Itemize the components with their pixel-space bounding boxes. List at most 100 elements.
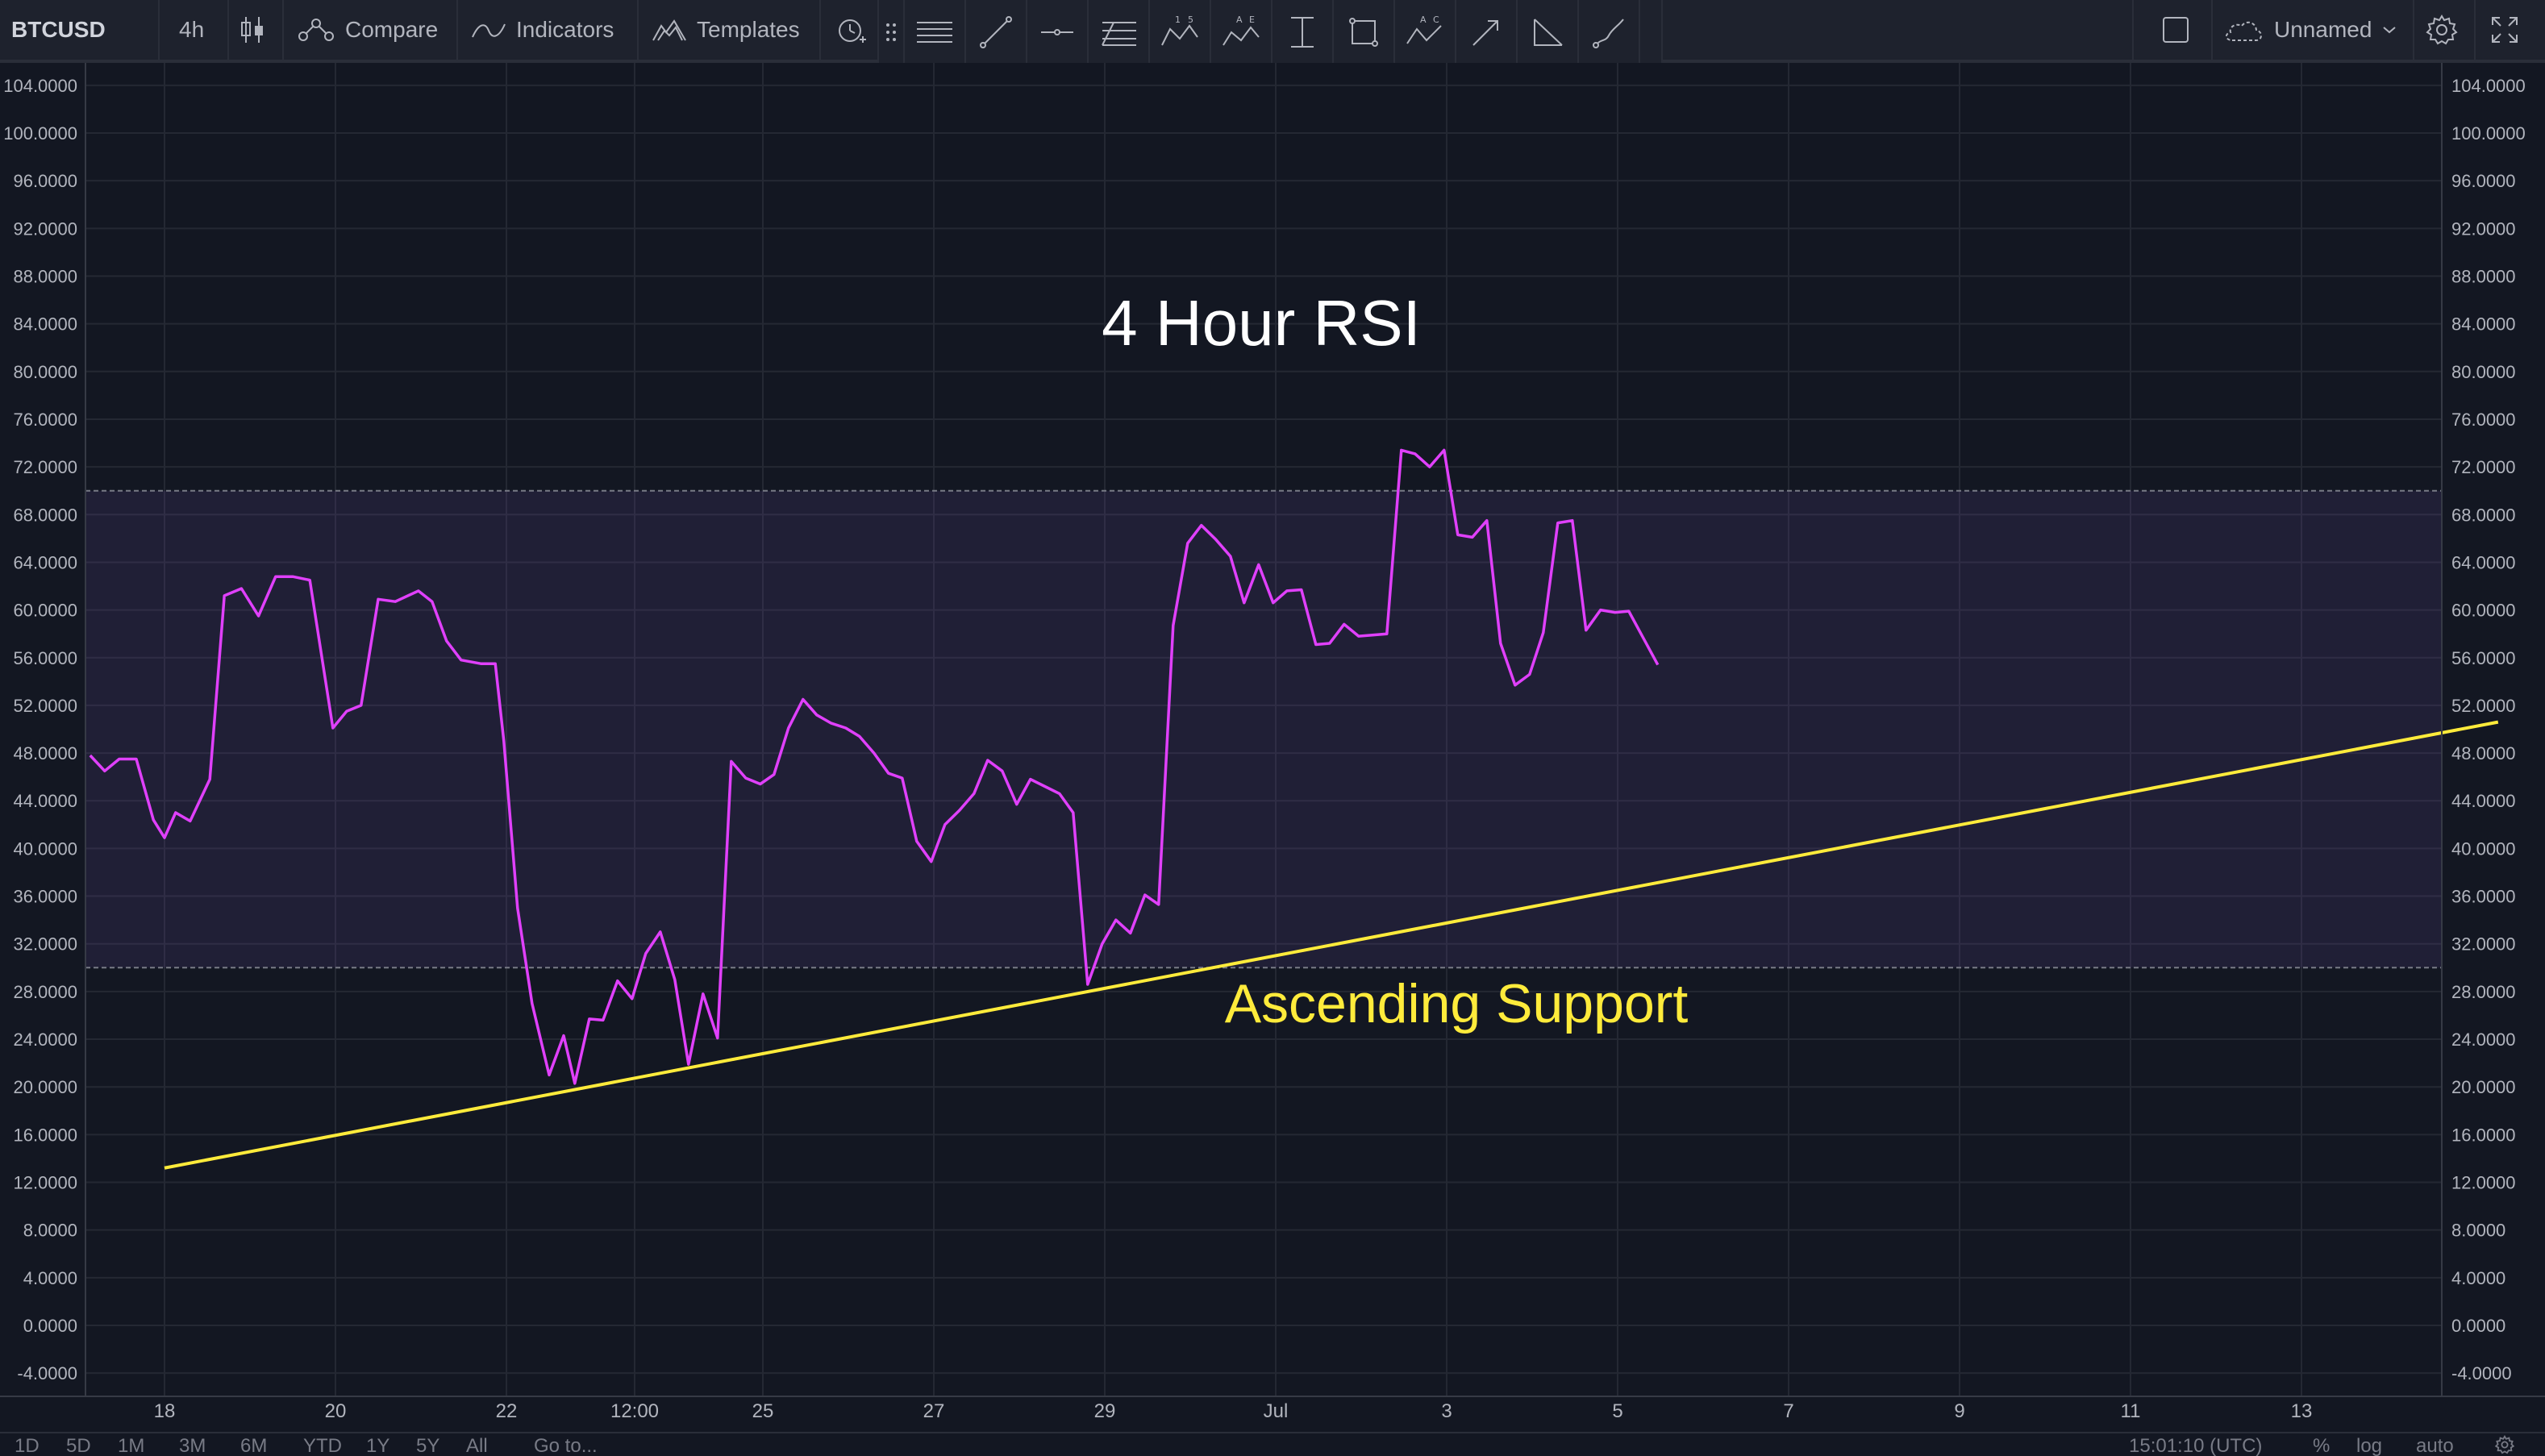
tool-horizontal-line[interactable]	[1027, 0, 1089, 64]
y-tick-label-right: 12.0000	[2451, 1173, 2516, 1193]
y-tick-label-left: 56.0000	[13, 648, 77, 668]
svg-text:A: A	[1236, 15, 1243, 25]
indicators-label: Indicators	[516, 17, 614, 42]
rsi-chart[interactable]: 104.0000 104.0000 100.0000 100.0000 96.0000 9…	[0, 63, 2545, 1432]
tool-fib-retracement[interactable]	[1089, 0, 1150, 64]
y-tick-label-right: 0.0000	[2451, 1316, 2505, 1336]
svg-text:C: C	[1433, 15, 1439, 25]
templates-button[interactable]: Templates	[652, 0, 800, 60]
x-tick-label: 7	[1783, 1400, 1793, 1422]
y-tick-label-right: 104.0000	[2451, 76, 2526, 96]
chevron-down-icon	[2383, 27, 2397, 34]
indicators-icon	[472, 23, 506, 38]
x-tick-label: Jul	[1264, 1400, 1289, 1422]
rectangle-icon	[1349, 18, 1378, 47]
y-tick-label-right: -4.0000	[2451, 1363, 2512, 1383]
y-tick-label-right: 28.0000	[2451, 982, 2516, 1002]
time-label[interactable]: 15:01:10 (UTC)	[2129, 1435, 2262, 1456]
toolbar-divider	[227, 0, 229, 60]
trend-line-icon	[980, 16, 1012, 48]
interval-button[interactable]: 4h	[179, 0, 204, 60]
x-tick-label: 25	[752, 1400, 774, 1422]
range-button-3m[interactable]: 3M	[179, 1435, 206, 1456]
y-tick-label-left: 48.0000	[13, 743, 77, 763]
y-tick-label-left: 20.0000	[13, 1077, 77, 1097]
candlestick-icon	[241, 17, 263, 43]
y-tick-label-left: 24.0000	[13, 1030, 77, 1050]
toolbar-divider	[637, 0, 639, 60]
y-tick-label-right: 92.0000	[2451, 218, 2516, 239]
x-tick-label: 11	[2121, 1400, 2141, 1422]
y-tick-label-right: 60.0000	[2451, 601, 2516, 621]
range-button-5d[interactable]: 5D	[66, 1435, 91, 1456]
toolbar-divider	[2474, 0, 2476, 60]
x-tick-label: 5	[1612, 1400, 1622, 1422]
drawing-toolbar: 15 AE AC	[877, 0, 1663, 64]
tool-date-range[interactable]	[1272, 0, 1334, 64]
fullscreen-toggle-button[interactable]	[2161, 0, 2190, 60]
y-tick-label-left: 16.0000	[13, 1125, 77, 1145]
toolbar-divider	[282, 0, 284, 60]
percent-toggle[interactable]: %	[2313, 1435, 2330, 1456]
y-tick-label-left: 104.0000	[3, 76, 77, 96]
elliott-wave-icon: AE	[1223, 15, 1260, 46]
expand-icon	[2492, 17, 2518, 43]
gear-icon	[2495, 1435, 2514, 1454]
y-tick-label-right: 56.0000	[2451, 648, 2516, 668]
compare-button[interactable]: Compare	[297, 0, 438, 60]
indicators-button[interactable]: Indicators	[471, 0, 614, 60]
y-tick-label-left: 32.0000	[13, 934, 77, 955]
tool-brush[interactable]	[1579, 0, 1640, 64]
y-tick-label-right: 8.0000	[2451, 1221, 2505, 1241]
symbol-search[interactable]: BTCUSD	[11, 0, 106, 60]
range-button-ytd[interactable]: YTD	[303, 1435, 342, 1456]
tool-horizontal-lines[interactable]	[905, 0, 966, 64]
log-toggle[interactable]: log	[2356, 1435, 2382, 1456]
alert-button[interactable]	[835, 0, 868, 60]
range-button-1d[interactable]: 1D	[15, 1435, 40, 1456]
layout-menu-button[interactable]: Unnamed	[2222, 0, 2397, 60]
templates-label: Templates	[697, 17, 800, 42]
scale-settings-icon[interactable]	[2495, 1435, 2514, 1456]
range-button-1y[interactable]: 1Y	[366, 1435, 389, 1456]
alarm-clock-icon	[839, 19, 866, 43]
y-tick-label-left: 40.0000	[13, 838, 77, 859]
drag-handle[interactable]	[879, 0, 905, 64]
horizontal-line-icon	[1041, 29, 1073, 35]
settings-button[interactable]	[2426, 0, 2458, 60]
x-tick-label: 22	[496, 1400, 518, 1422]
tool-xabcd-pattern[interactable]: 15	[1150, 0, 1211, 64]
tool-abcd-pattern[interactable]: AC	[1395, 0, 1456, 64]
y-tick-label-right: 20.0000	[2451, 1077, 2516, 1097]
range-button-6m[interactable]: 6M	[240, 1435, 267, 1456]
range-button-1m[interactable]: 1M	[118, 1435, 144, 1456]
y-tick-label-right: 40.0000	[2451, 838, 2516, 859]
x-tick-label: 20	[325, 1400, 347, 1422]
tool-rectangle[interactable]	[1334, 0, 1395, 64]
auto-toggle[interactable]: auto	[2416, 1435, 2454, 1456]
range-button-5y[interactable]: 5Y	[416, 1435, 439, 1456]
fib-retracement-icon	[1102, 22, 1136, 46]
range-button-all[interactable]: All	[466, 1435, 488, 1456]
goto-button[interactable]: Go to...	[534, 1435, 598, 1456]
fullscreen-button[interactable]	[2490, 0, 2519, 60]
tool-angle[interactable]	[1518, 0, 1579, 64]
y-tick-label-right: 48.0000	[2451, 743, 2516, 763]
tool-elliott-wave[interactable]: AE	[1211, 0, 1272, 64]
angle-icon	[1534, 19, 1563, 46]
svg-text:A: A	[1420, 15, 1427, 25]
date-range-icon	[1291, 17, 1314, 48]
y-tick-label-left: 12.0000	[13, 1173, 77, 1193]
support-annotation: Ascending Support	[1225, 973, 1689, 1034]
chart-type-button[interactable]	[239, 0, 266, 60]
tool-trend-line[interactable]	[966, 0, 1027, 64]
compare-icon	[298, 19, 334, 41]
bottom-bar: 1D 5D 1M 3M 6M YTD 1Y 5Y All Go to... 15:01:10 (…	[0, 1432, 2545, 1456]
layout-name: Unnamed	[2274, 17, 2372, 42]
y-tick-label-right: 36.0000	[2451, 887, 2516, 907]
toolbar-divider	[2132, 0, 2134, 60]
horizontal-lines-icon	[917, 22, 952, 43]
y-tick-label-right: 88.0000	[2451, 266, 2516, 286]
tool-arrow[interactable]	[1456, 0, 1518, 64]
svg-text:1: 1	[1175, 15, 1181, 25]
